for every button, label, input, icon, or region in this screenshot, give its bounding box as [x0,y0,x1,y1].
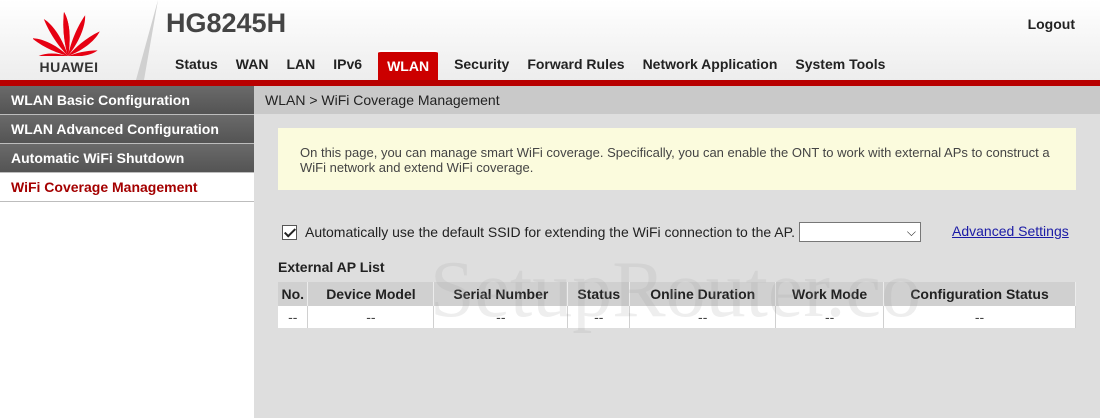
nav-wan[interactable]: WAN [227,50,278,80]
main-nav: Status WAN LAN IPv6 WLAN Security Forwar… [166,50,894,80]
product-title: HG8245H [166,8,287,38]
col-serial-number: Serial Number [433,282,569,306]
advanced-settings-link[interactable]: Advanced Settings [952,223,1069,239]
col-device-model: Device Model [307,282,435,306]
sidebar-item-wlan-advanced[interactable]: WLAN Advanced Configuration [0,115,254,144]
info-box: On this page, you can manage smart WiFi … [278,128,1076,190]
nav-forward-rules[interactable]: Forward Rules [518,50,633,80]
huawei-logo: HUAWEI [0,0,138,80]
table-row: -- -- -- -- -- -- -- [278,306,1076,328]
nav-network-application[interactable]: Network Application [634,50,787,80]
col-work-mode: Work Mode [775,282,885,306]
cell-no: -- [278,306,309,328]
sidebar-item-wlan-basic[interactable]: WLAN Basic Configuration [0,86,254,115]
cell-configuration-status: -- [883,306,1076,328]
info-text: On this page, you can manage smart WiFi … [300,145,1050,175]
header: HUAWEI HG8245H Logout Status WAN LAN IPv… [0,0,1100,80]
cell-work-mode: -- [775,306,885,328]
sidebar-item-auto-wifi-shutdown[interactable]: Automatic WiFi Shutdown [0,144,254,173]
cell-status: -- [567,306,631,328]
logo-text: HUAWEI [39,59,99,75]
col-status: Status [567,282,631,306]
table-header-row: No. Device Model Serial Number Status On… [278,282,1076,306]
nav-lan[interactable]: LAN [277,50,324,80]
nav-status[interactable]: Status [166,50,227,80]
nav-security[interactable]: Security [445,50,518,80]
cell-serial-number: -- [433,306,569,328]
ssid-select[interactable]: ⌵ [799,222,922,242]
huawei-logo-icon [33,12,100,56]
external-ap-list-title: External AP List [278,259,385,275]
auto-ssid-label: Automatically use the default SSID for e… [305,224,796,240]
cell-online-duration: -- [629,306,777,328]
sidebar-item-wifi-coverage[interactable]: WiFi Coverage Management [0,173,254,202]
breadcrumb: WLAN > WiFi Coverage Management [254,86,1100,114]
nav-wlan[interactable]: WLAN [378,50,439,80]
nav-ipv6[interactable]: IPv6 [324,50,371,80]
nav-system-tools[interactable]: System Tools [786,50,894,80]
col-configuration-status: Configuration Status [883,282,1076,306]
external-ap-table: No. Device Model Serial Number Status On… [278,282,1076,328]
cell-device-model: -- [307,306,435,328]
logout-link[interactable]: Logout [1028,16,1075,32]
col-online-duration: Online Duration [629,282,777,306]
col-no: No. [278,282,309,306]
header-divider [136,0,158,80]
chevron-down-icon: ⌵ [906,225,917,239]
sidebar: WLAN Basic Configuration WLAN Advanced C… [0,86,254,418]
auto-ssid-checkbox[interactable] [282,224,297,240]
main-content: WLAN > WiFi Coverage Management On this … [254,86,1100,418]
